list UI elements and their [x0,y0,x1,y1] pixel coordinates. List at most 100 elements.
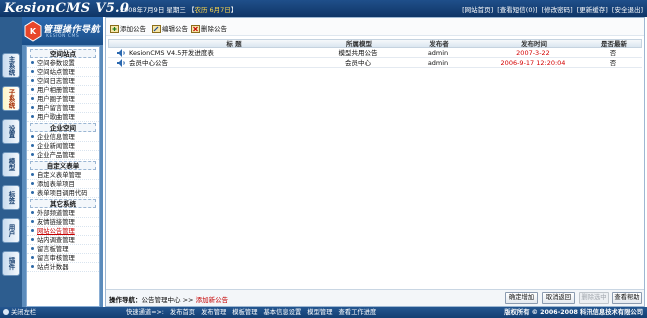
link-update-cache[interactable]: [更新缓存] [577,6,608,14]
menu-item[interactable]: 添加表单项目 [27,180,99,189]
operation-bar: 操作导航：公告管理中心 >> 添加新公告 确定增加 取消返回 删除选中 查看帮助 [106,289,644,306]
bullet-icon [31,87,34,91]
svg-text:K: K [30,27,37,36]
kesion-logo-icon: K [24,20,42,42]
bullet-icon [31,210,34,214]
menu-item[interactable]: 用户圈子管理 [27,95,99,104]
main-panel: 添加公告 编辑公告 删除公告 标 题 所属模型 发布者 发布时间 是否最新 Ke… [105,17,645,307]
bullet-icon [31,105,34,109]
menu-group-title: 空间站点 [30,49,96,58]
add-icon [110,25,119,33]
toolbar: 添加公告 编辑公告 删除公告 [106,18,644,36]
bullet-icon [31,255,34,259]
table-row[interactable]: KesionCMS V4.5开发进度表 模型共用公告 admin 2007-3-… [108,48,642,58]
add-announcement-button[interactable]: 添加公告 [110,23,146,33]
table-row[interactable]: 会员中心公告 会员中心 admin 2006-9-17 12:20:04 否 [108,58,642,68]
bullet-icon [31,96,34,100]
menu-item[interactable]: 空间日志管理 [27,77,99,86]
quick-link-work-progress[interactable]: 查看工作进度 [339,309,377,316]
tab-models[interactable]: 模型 [2,152,20,177]
brand-title: KesionCMS V5.0 [4,1,130,16]
tab-users[interactable]: 用户 [2,218,20,243]
menu-item[interactable]: 企业产品管理 [27,151,99,160]
edit-icon [152,25,161,33]
quick-link-model-manage[interactable]: 模型管理 [307,309,332,316]
breadcrumb-current: 添加新公告 [195,296,229,304]
menu-item-selected[interactable]: 网站公告管理 [27,227,99,236]
menu-item[interactable]: 企业新闻管理 [27,142,99,151]
menu-item[interactable]: 空间参数设置 [27,59,99,68]
menu-item[interactable]: 用户歌曲管理 [27,113,99,122]
cancel-back-button[interactable]: 取消返回 [542,292,575,304]
menu-item[interactable]: 站内调查管理 [27,236,99,245]
table-header: 标 题 所属模型 发布者 发布时间 是否最新 [108,39,642,48]
menu-group-title: 自定义表单 [30,161,96,170]
tab-sub-system[interactable]: 子系统 [2,86,20,111]
bullet-icon [31,264,34,268]
menu-item[interactable]: 用户留言管理 [27,104,99,113]
row-model: 会员中心 [345,59,371,67]
menu-item[interactable]: 站点计数器 [27,263,99,272]
edit-announcement-button[interactable]: 编辑公告 [152,23,188,33]
menu-group-title: 企业空间 [30,123,96,132]
menu-item[interactable]: 外部频道管理 [27,209,99,218]
sidebar-menu: 空间站点 空间参数设置 空间站点管理 空间日志管理 用户相册管理 用户圈子管理 … [26,46,100,307]
bullet-icon [31,69,34,73]
row-latest: 否 [609,59,617,67]
row-model: 模型共用公告 [338,49,378,57]
top-header: KesionCMS V5.0 2008年7月9日 星期三 【农历 6月7日】 [… [0,0,647,17]
link-logout[interactable]: [安全退出] [612,6,643,14]
menu-item[interactable]: 留言板管理 [27,245,99,254]
close-sidebar-icon [3,309,9,315]
tab-labels[interactable]: 标签 [2,185,20,210]
delete-icon [191,25,200,33]
breadcrumb-parent[interactable]: 公告管理中心 [142,296,181,304]
bullet-icon [31,152,34,156]
footer-bar: 关闭左栏 快速通道=>: 发布首页 发布管理 模板管理 基本信息设置 模型管理 … [0,307,647,318]
menu-item[interactable]: 用户相册管理 [27,86,99,95]
quick-link-publish-manage[interactable]: 发布管理 [201,309,226,316]
header-date: 2008年7月9日 星期三 【农历 6月7日】 [120,6,238,14]
row-title[interactable]: KesionCMS V4.5开发进度表 [129,48,299,58]
tab-settings[interactable]: 设置 [2,119,20,144]
tab-main-system[interactable]: 主系统 [2,53,20,78]
row-author: admin [427,49,449,57]
bullet-icon [31,78,34,82]
delete-selected-button[interactable]: 删除选中 [579,292,609,304]
menu-item[interactable]: 自定义表单管理 [27,171,99,180]
bullet-icon [31,114,34,118]
quick-link-publish-home[interactable]: 发布首页 [170,309,195,316]
menu-item[interactable]: 表单项目调用代码 [27,189,99,198]
sidebar-logo: K 管理操作导航 KESION CMS [22,17,103,45]
speaker-icon [117,59,125,67]
close-sidebar-button[interactable]: 关闭左栏 [3,308,36,317]
menu-item[interactable]: 留言审核管理 [27,254,99,263]
delete-announcement-button[interactable]: 删除公告 [191,23,227,33]
announcement-table: 标 题 所属模型 发布者 发布时间 是否最新 KesionCMS V4.5开发进… [108,39,642,68]
menu-item[interactable]: 空间站点管理 [27,68,99,77]
link-site-home[interactable]: [网站首页] [462,6,493,14]
bullet-icon [31,181,34,185]
view-help-button[interactable]: 查看帮助 [612,292,642,304]
link-change-password[interactable]: [修改密码] [542,6,573,14]
link-view-messages[interactable]: [查看短信(0)] [497,6,537,14]
quick-links: 快速通道=>: 发布首页 发布管理 模板管理 基本信息设置 模型管理 查看工作进… [126,309,377,316]
confirm-add-button[interactable]: 确定增加 [505,292,538,304]
quick-link-template-manage[interactable]: 模板管理 [232,309,257,316]
bullet-icon [31,228,34,232]
quick-link-basic-settings[interactable]: 基本信息设置 [264,309,302,316]
breadcrumb: 操作导航：公告管理中心 >> 添加新公告 [109,296,229,304]
sidebar: K 管理操作导航 KESION CMS 空间站点 空间参数设置 空间站点管理 空… [22,17,103,307]
bullet-icon [31,134,34,138]
bullet-icon [31,60,34,64]
sidebar-logo-sub: KESION CMS [46,34,80,39]
tab-plugins[interactable]: 插件 [2,251,20,276]
menu-item[interactable]: 企业信息管理 [27,133,99,142]
header-links: [网站首页] [查看短信(0)] [修改密码] [更新缓存] [安全退出] [460,4,643,14]
row-time: 2007-3-22 [516,49,550,57]
row-latest: 否 [609,49,617,57]
menu-item[interactable]: 友情链接管理 [27,218,99,227]
row-time: 2006-9-17 12:20:04 [500,59,566,67]
row-title[interactable]: 会员中心公告 [129,58,299,68]
speaker-icon [117,49,125,57]
